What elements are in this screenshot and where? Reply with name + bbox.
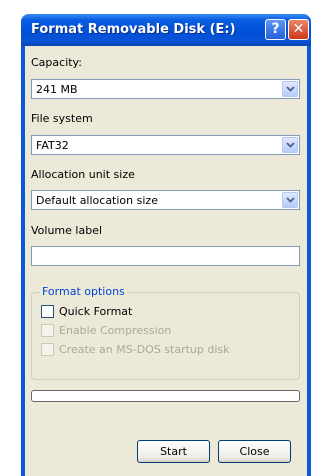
close-button[interactable]: Close [218,440,291,463]
quick-format-label[interactable]: Quick Format [59,305,132,318]
msdos-startup-label: Create an MS-DOS startup disk [59,343,230,356]
capacity-select[interactable]: 241 MB [31,79,300,99]
format-dialog: Format Removable Disk (E:) ? ✕ Capacity:… [21,14,311,476]
chevron-down-icon[interactable] [282,192,298,208]
enable-compression-checkbox [41,324,54,337]
close-window-button[interactable]: ✕ [288,19,309,40]
capacity-value: 241 MB [36,83,78,96]
format-progress-bar [31,390,300,402]
help-button[interactable]: ? [265,19,286,40]
format-options-title: Format options [40,285,127,298]
capacity-label: Capacity: [31,56,82,69]
file-system-select[interactable]: FAT32 [31,135,300,155]
format-options-group: Format options Quick Format Enable Compr… [31,285,300,380]
file-system-value: FAT32 [36,139,69,152]
chevron-down-icon[interactable] [282,137,298,153]
msdos-startup-checkbox [41,343,54,356]
allocation-value: Default allocation size [36,194,158,207]
dialog-body: Capacity: 241 MB File system FAT32 Alloc… [25,46,307,476]
window-title: Format Removable Disk (E:) [31,22,236,37]
chevron-down-icon[interactable] [282,81,298,97]
volume-label-label: Volume label [31,224,103,237]
enable-compression-label: Enable Compression [59,324,172,337]
file-system-label: File system [31,112,93,125]
start-button[interactable]: Start [137,440,210,463]
allocation-select[interactable]: Default allocation size [31,190,300,210]
volume-label-input[interactable] [31,246,300,266]
allocation-label: Allocation unit size [31,168,135,181]
title-bar[interactable]: Format Removable Disk (E:) ? ✕ [21,14,311,46]
quick-format-checkbox[interactable] [41,305,54,318]
